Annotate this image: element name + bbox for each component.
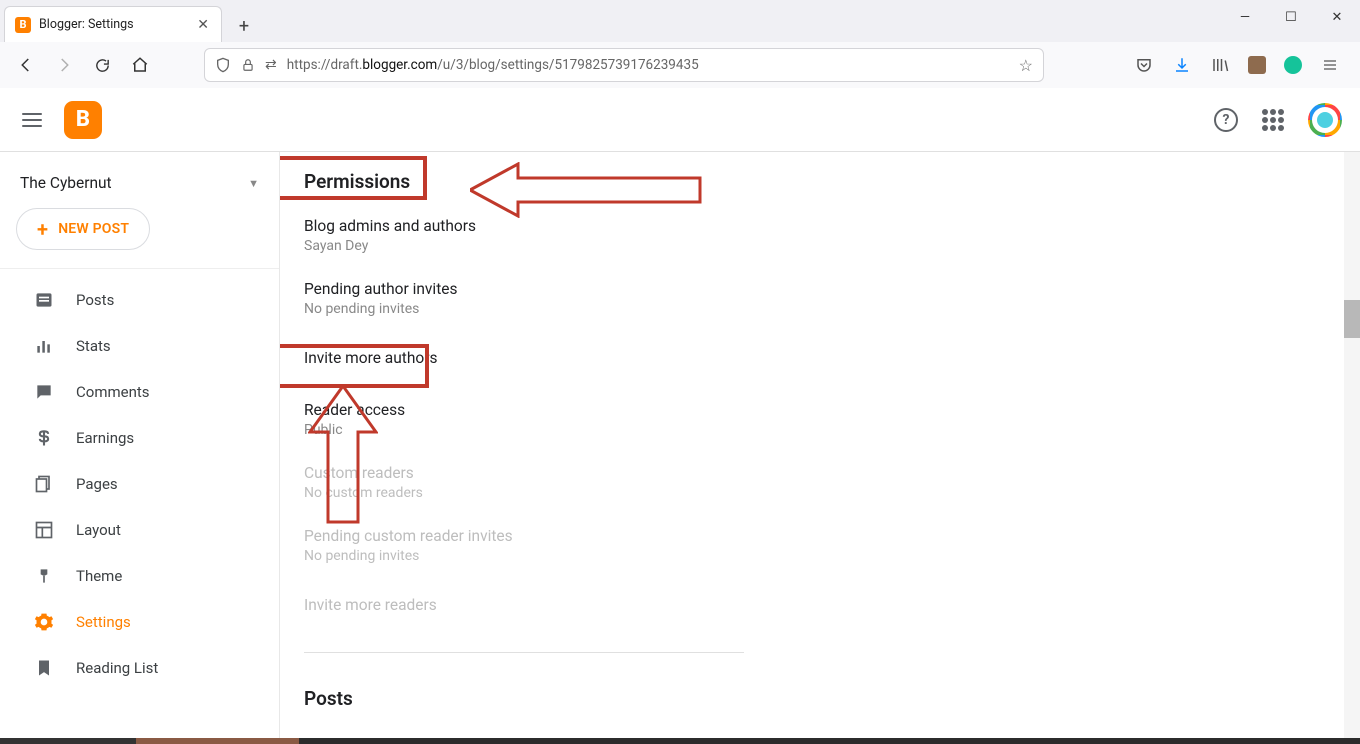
- row-custom-readers: Custom readers No custom readers: [304, 450, 744, 513]
- section-title-posts: Posts: [304, 677, 744, 710]
- google-apps-icon[interactable]: [1262, 109, 1284, 131]
- row-blog-admins[interactable]: Blog admins and authors Sayan Dey: [304, 203, 744, 266]
- nav-back-button[interactable]: [12, 51, 40, 79]
- posts-icon: [34, 290, 54, 310]
- nav-label: Pages: [76, 475, 118, 493]
- row-value: No custom readers: [304, 485, 744, 505]
- window-close[interactable]: ✕: [1314, 0, 1360, 34]
- browser-tab[interactable]: B Blogger: Settings ✕: [4, 6, 222, 42]
- account-avatar[interactable]: [1308, 103, 1342, 137]
- sidebar-item-earnings[interactable]: Earnings: [0, 415, 279, 461]
- bookmark-star-icon[interactable]: ☆: [1019, 56, 1033, 75]
- section-title-permissions: Permissions: [304, 160, 744, 203]
- new-post-label: NEW POST: [58, 221, 129, 237]
- pages-icon: [34, 474, 54, 494]
- theme-icon: [34, 566, 54, 586]
- nav-label: Layout: [76, 521, 121, 539]
- taskbar-sliver: [0, 738, 1360, 744]
- row-pending-reader-invites: Pending custom reader invites No pending…: [304, 513, 744, 576]
- shield-icon: [215, 57, 231, 73]
- help-icon[interactable]: ?: [1214, 108, 1238, 132]
- lock-icon: [241, 58, 255, 72]
- nav-label: Earnings: [76, 429, 134, 447]
- content-scrollbar-track[interactable]: [1344, 152, 1360, 744]
- sidebar-item-posts[interactable]: Posts: [0, 277, 279, 323]
- tab-title: Blogger: Settings: [39, 17, 187, 32]
- row-invite-more-authors[interactable]: Invite more authors: [304, 329, 744, 387]
- blog-selector[interactable]: The Cybernut ▼: [0, 164, 279, 208]
- sidebar-item-settings[interactable]: Settings: [0, 599, 279, 645]
- app-menu-icon[interactable]: [1320, 55, 1340, 75]
- sidebar-item-theme[interactable]: Theme: [0, 553, 279, 599]
- row-label: Reader access: [304, 395, 744, 422]
- sidebar-item-layout[interactable]: Layout: [0, 507, 279, 553]
- row-value: Public: [304, 422, 744, 442]
- settings-content: Permissions Blog admins and authors Saya…: [280, 152, 1360, 744]
- chevron-down-icon: ▼: [248, 177, 259, 190]
- gear-icon: [34, 612, 54, 632]
- nav-label: Comments: [76, 383, 150, 401]
- row-reader-access[interactable]: Reader access Public: [304, 387, 744, 450]
- sidebar-item-stats[interactable]: Stats: [0, 323, 279, 369]
- nav-reload-button[interactable]: [88, 51, 116, 79]
- section-divider: [304, 652, 744, 653]
- nav-label: Reading List: [76, 659, 158, 677]
- blog-name: The Cybernut: [20, 174, 112, 192]
- sidebar-item-comments[interactable]: Comments: [0, 369, 279, 415]
- nav-forward-button[interactable]: [50, 51, 78, 79]
- tab-close-icon[interactable]: ✕: [195, 15, 211, 35]
- blogger-logo[interactable]: B: [64, 101, 102, 139]
- extension-icon-2[interactable]: [1284, 56, 1302, 74]
- comments-icon: [34, 382, 54, 402]
- nav-label: Settings: [76, 613, 131, 631]
- row-label: Invite more readers: [304, 584, 744, 626]
- row-value: No pending invites: [304, 301, 744, 321]
- main-menu-button[interactable]: [18, 106, 46, 134]
- nav-label: Posts: [76, 291, 114, 309]
- plus-icon: +: [37, 219, 48, 239]
- pocket-icon[interactable]: [1134, 55, 1154, 75]
- layout-icon: [34, 520, 54, 540]
- sidebar: The Cybernut ▼ + NEW POST Posts Stats Co…: [0, 152, 280, 744]
- row-label: Blog admins and authors: [304, 211, 744, 238]
- new-tab-button[interactable]: +: [228, 10, 260, 42]
- row-label: Pending author invites: [304, 274, 744, 301]
- row-value: No pending invites: [304, 548, 744, 568]
- row-label: Invite more authors: [304, 337, 744, 379]
- row-label: Custom readers: [304, 458, 744, 485]
- nav-label: Stats: [76, 337, 111, 355]
- row-value: Sayan Dey: [304, 238, 744, 258]
- content-scrollbar-thumb[interactable]: [1344, 300, 1360, 338]
- reading-list-icon: [34, 658, 54, 678]
- extension-icon-1[interactable]: [1248, 56, 1266, 74]
- nav-label: Theme: [76, 567, 122, 585]
- window-maximize[interactable]: ☐: [1268, 0, 1314, 34]
- favicon-blogger: B: [15, 17, 31, 33]
- downloads-icon[interactable]: [1172, 55, 1192, 75]
- nav-divider: [0, 268, 279, 269]
- url-bar[interactable]: ⇄ https://draft.blogger.com/u/3/blog/set…: [204, 48, 1044, 82]
- row-label: Pending custom reader invites: [304, 521, 744, 548]
- sidebar-item-pages[interactable]: Pages: [0, 461, 279, 507]
- row-invite-more-readers: Invite more readers: [304, 576, 744, 634]
- url-text: https://draft.blogger.com/u/3/blog/setti…: [287, 57, 1009, 73]
- earnings-icon: [34, 428, 54, 448]
- row-pending-author-invites[interactable]: Pending author invites No pending invite…: [304, 266, 744, 329]
- window-minimize[interactable]: —: [1222, 0, 1268, 34]
- nav-home-button[interactable]: [126, 51, 154, 79]
- new-post-button[interactable]: + NEW POST: [16, 208, 150, 250]
- library-icon[interactable]: [1210, 55, 1230, 75]
- permissions-icon: ⇄: [265, 57, 277, 73]
- sidebar-item-reading-list[interactable]: Reading List: [0, 645, 279, 691]
- stats-icon: [34, 336, 54, 356]
